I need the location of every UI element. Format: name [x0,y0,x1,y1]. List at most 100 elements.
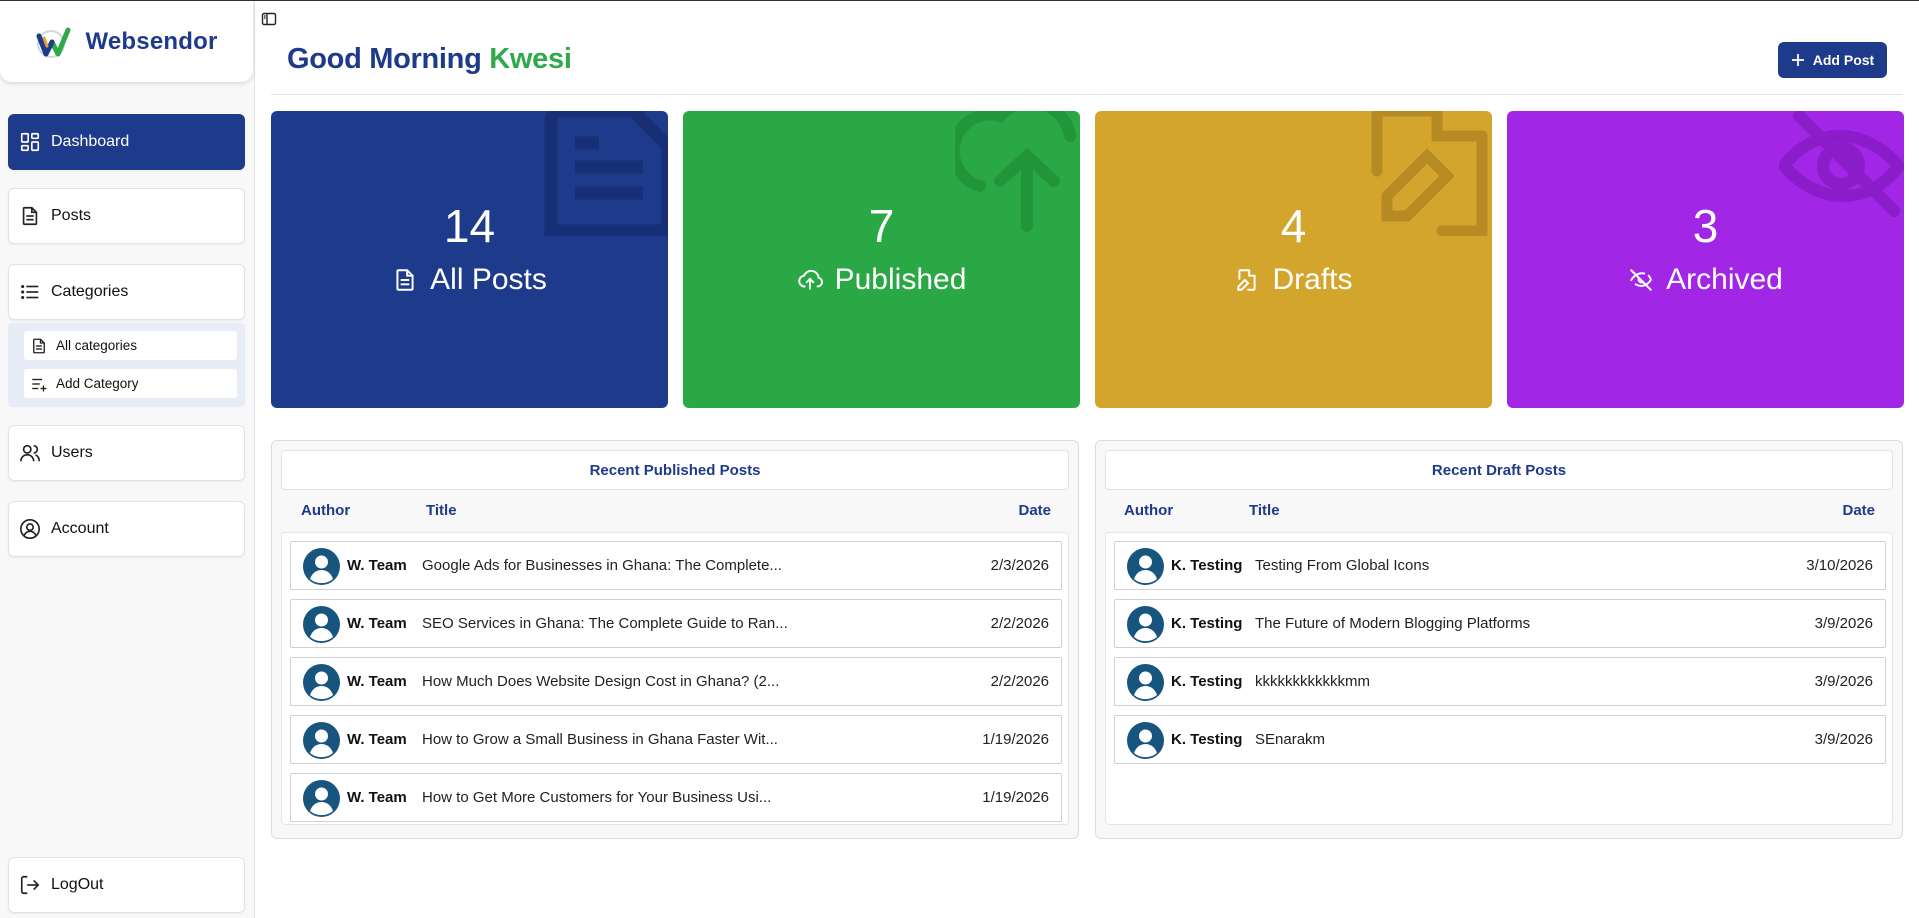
user-circle-icon [20,519,40,539]
document-icon [396,269,414,291]
stat-card-published[interactable]: 7 Published [683,111,1080,408]
subnav-item-all-categories[interactable]: All categories [24,331,237,360]
avatar-icon [303,664,340,701]
categories-submenu: All categories Add Category [8,323,245,407]
draft-posts-list: K. Testing Testing From Global Icons 3/1… [1105,532,1893,825]
row-author: K. Testing [1171,557,1243,574]
user-name: Kwesi [489,43,572,75]
row-title: kkkkkkkkkkkkmm [1255,673,1370,690]
greeting-text: Good Morning [287,43,482,75]
sidebar-item-users[interactable]: Users [8,425,245,481]
panel-title: Recent Draft Posts [1105,450,1893,490]
row-title: The Future of Modern Blogging Platforms [1255,615,1531,632]
stat-count: 4 [1280,200,1307,252]
stat-count: 3 [1692,200,1719,252]
stat-card-drafts[interactable]: 4 Drafts [1095,111,1492,408]
row-author: W. Team [347,615,407,632]
stat-count: 7 [868,200,895,252]
table-row[interactable]: W. Team SEO Services in Ghana: The Compl… [290,599,1062,648]
column-header-author: Author [301,502,351,519]
brand-header[interactable]: Websendor [0,1,253,82]
recent-drafts-panel: Recent Draft Posts Author Title Date K. … [1095,440,1903,839]
add-post-button[interactable]: Add Post [1778,42,1887,78]
row-author: K. Testing [1171,673,1243,690]
sidebar-item-dashboard[interactable]: Dashboard [8,114,245,170]
sidebar-item-label: LogOut [51,876,104,893]
published-posts-list: W. Team Google Ads for Businesses in Gha… [281,532,1069,825]
panel-title: Recent Published Posts [281,450,1069,490]
column-header-author: Author [1124,502,1174,519]
sidebar-item-label: Users [51,444,93,461]
row-title: SEO Services in Ghana: The Complete Guid… [422,615,788,632]
table-row[interactable]: K. Testing SEnarakm 3/9/2026 [1114,715,1886,764]
eye-off-icon [1630,269,1652,291]
stat-label: All Posts [430,263,547,296]
subnav-item-label: Add Category [56,376,139,391]
table-row[interactable]: W. Team Google Ads for Businesses in Gha… [290,541,1062,590]
stat-label: Published [834,263,967,296]
row-title: How to Get More Customers for Your Busin… [422,789,772,806]
row-date: 2/2/2026 [990,615,1049,632]
column-header-date: Date [1842,502,1875,519]
users-icon [20,444,40,462]
stat-label-row: Drafts [1095,263,1492,297]
file-pen-icon [1237,269,1257,291]
recent-published-panel: Recent Published Posts Author Title Date… [271,440,1079,839]
avatar-icon [303,548,340,585]
plus-icon [1791,54,1804,66]
row-title: How to Grow a Small Business in Ghana Fa… [422,731,778,748]
list-plus-icon [32,378,47,391]
sidebar-item-posts[interactable]: Posts [8,188,245,244]
table-row[interactable]: W. Team How Much Does Website Design Cos… [290,657,1062,706]
row-title: How Much Does Website Design Cost in Gha… [422,673,780,690]
brand-name: Websendor [85,27,218,55]
row-author: W. Team [347,731,407,748]
row-date: 3/9/2026 [1814,673,1873,690]
sidebar-item-logout[interactable]: LogOut [8,857,245,913]
sidebar-item-account[interactable]: Account [8,501,245,557]
sidebar-item-categories[interactable]: Categories [8,264,245,320]
row-author: W. Team [347,673,407,690]
row-date: 3/9/2026 [1814,615,1873,632]
avatar-icon [303,606,340,643]
sidebar-item-label: Posts [51,207,92,224]
avatar-icon [303,722,340,759]
sidebar-item-label: Account [51,520,109,537]
row-date: 1/19/2026 [982,731,1049,748]
column-header-title: Title [426,502,457,519]
dashboard-icon [20,132,40,152]
row-date: 3/10/2026 [1806,557,1873,574]
avatar-icon [1127,664,1164,701]
row-author: W. Team [347,557,407,574]
page-title: Good Morning Kwesi [287,43,572,76]
sidebar-item-label: Dashboard [51,133,130,150]
table-row[interactable]: W. Team How to Get More Customers for Yo… [290,773,1062,822]
row-date: 2/2/2026 [990,673,1049,690]
stat-label-row: Archived [1507,263,1904,297]
row-author: W. Team [347,789,407,806]
list-icon [21,284,39,300]
websendor-logo-icon [36,27,71,58]
column-header-date: Date [1018,502,1051,519]
avatar-icon [1127,722,1164,759]
sidebar-item-label: Categories [51,283,129,300]
stat-card-archived[interactable]: 3 Archived [1507,111,1904,408]
row-date: 1/19/2026 [982,789,1049,806]
table-row[interactable]: K. Testing The Future of Modern Blogging… [1114,599,1886,648]
row-title: Testing From Global Icons [1255,557,1430,574]
subnav-item-add-category[interactable]: Add Category [24,369,237,398]
sidebar-toggle-icon[interactable] [261,11,277,27]
avatar-icon [1127,606,1164,643]
row-date: 2/3/2026 [990,557,1049,574]
table-row[interactable]: K. Testing Testing From Global Icons 3/1… [1114,541,1886,590]
table-row[interactable]: W. Team How to Grow a Small Business in … [290,715,1062,764]
stat-label: Drafts [1272,263,1353,296]
row-title: SEnarakm [1255,731,1326,748]
row-date: 3/9/2026 [1814,731,1873,748]
table-row[interactable]: K. Testing kkkkkkkkkkkkmm 3/9/2026 [1114,657,1886,706]
column-header-title: Title [1249,502,1280,519]
stat-count: 14 [443,200,496,252]
add-post-label: Add Post [1812,52,1875,68]
stat-card-all-posts[interactable]: 14 All Posts [271,111,668,408]
stat-label-row: Published [683,263,1080,297]
